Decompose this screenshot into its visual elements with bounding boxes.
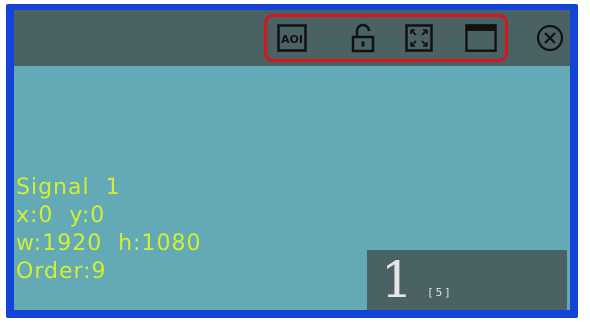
window-mode-button[interactable]	[465, 23, 497, 53]
window-id-number: 1	[381, 251, 413, 309]
fullscreen-icon	[405, 24, 433, 52]
signal-order: Order:9	[16, 259, 107, 284]
signal-info: Signal 1 x:0 y:0 w:1920 h:1080 Order:9	[16, 174, 202, 286]
window-id-sub: [5]	[427, 286, 453, 299]
signal-position: x:0 y:0	[16, 203, 106, 228]
signal-name: Signal 1	[16, 175, 121, 200]
close-button[interactable]	[534, 23, 566, 53]
aoi-button[interactable]: AOI	[276, 23, 308, 53]
window-icon	[465, 24, 497, 52]
signal-size: w:1920 h:1080	[16, 231, 202, 256]
signal-window[interactable]: AOI Signal 1 x:0 y:0 w:1920 h:1080 Order…	[14, 10, 570, 310]
window-id-panel: 1 [5]	[367, 250, 567, 310]
unlock-button[interactable]	[347, 23, 379, 53]
window-titlebar[interactable]: AOI	[14, 10, 570, 66]
aoi-icon: AOI	[277, 24, 307, 52]
fullscreen-button[interactable]	[403, 23, 435, 53]
close-icon	[536, 24, 564, 52]
svg-text:AOI: AOI	[281, 33, 303, 46]
unlock-icon	[351, 23, 375, 53]
window-border: AOI Signal 1 x:0 y:0 w:1920 h:1080 Order…	[6, 4, 578, 318]
